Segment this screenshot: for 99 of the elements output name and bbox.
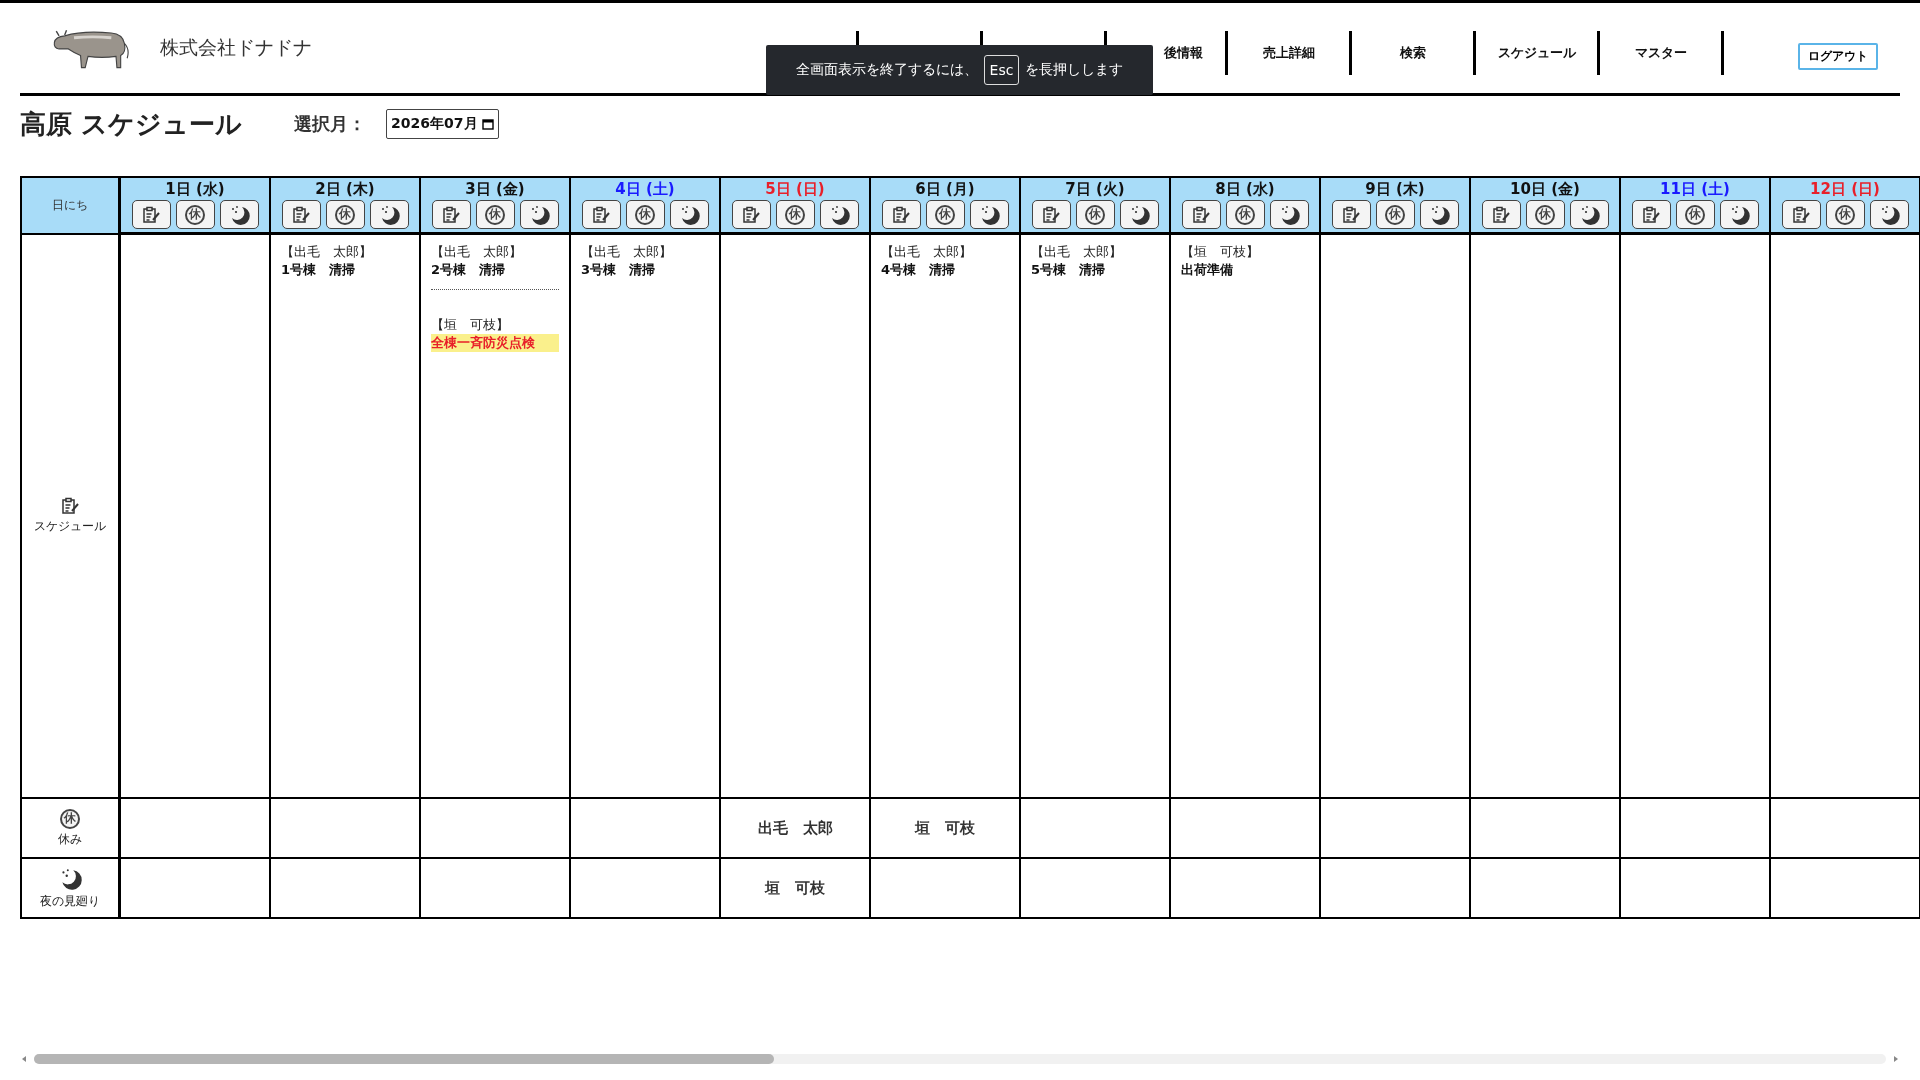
task-text: 5号棟 清掃 [1031, 261, 1107, 279]
add-schedule-button[interactable] [281, 200, 321, 229]
clipboard-pencil-icon [891, 204, 911, 225]
holiday-button[interactable]: 休 [1525, 200, 1565, 229]
task-text: 2号棟 清掃 [431, 261, 507, 279]
row-label: スケジュール [34, 518, 106, 536]
staff-name: 【出毛 太郎】 [881, 243, 973, 261]
task-text: 出荷準備 [1181, 261, 1234, 279]
add-schedule-button[interactable] [1031, 200, 1071, 229]
night-patrol-button[interactable] [669, 200, 709, 229]
add-schedule-button[interactable] [1181, 200, 1221, 229]
day-label: 10日 (金) [1509, 180, 1581, 199]
task-text: 3号棟 清掃 [581, 261, 657, 279]
day-label: 12日 (日) [1809, 180, 1881, 199]
night-patrol-button[interactable] [1419, 200, 1459, 229]
clipboard-pencil-icon [1041, 204, 1061, 225]
clipboard-pencil-icon [291, 204, 311, 225]
night-patrol-button[interactable] [1119, 200, 1159, 229]
toast-text: 全画面表示を終了するには、 [795, 61, 978, 79]
logout-button[interactable]: ログアウト [1798, 42, 1878, 70]
month-field[interactable]: 2026年07月 [386, 109, 499, 139]
day-label: 6日 (月) [914, 180, 976, 199]
holiday-button[interactable]: 休 [1075, 200, 1115, 229]
holiday-mark: 休 [60, 808, 80, 829]
nav-link[interactable]: スケジュール [1476, 31, 1600, 75]
day-label: 1日 (水) [164, 180, 226, 199]
scrollbar-thumb[interactable] [34, 1054, 774, 1064]
row-label: 休み [58, 830, 82, 848]
holiday-button[interactable]: 休 [1825, 200, 1865, 229]
holiday-button[interactable]: 休 [325, 200, 365, 229]
holiday-button[interactable]: 休 [1375, 200, 1415, 229]
night-patrol-button[interactable] [969, 200, 1009, 229]
add-schedule-button[interactable] [131, 200, 171, 229]
scroll-left-icon[interactable] [20, 1055, 28, 1063]
nav-link[interactable]: 売上詳細 [1228, 31, 1352, 75]
holiday-button[interactable]: 休 [1675, 200, 1715, 229]
task-text: 4号棟 清掃 [881, 261, 957, 279]
scroll-right-icon[interactable] [1892, 1055, 1900, 1063]
add-schedule-button[interactable] [731, 200, 771, 229]
night-patrol-button[interactable] [1869, 200, 1909, 229]
clipboard-pencil-icon [1491, 204, 1511, 225]
holiday-button[interactable]: 休 [775, 200, 815, 229]
add-schedule-button[interactable] [881, 200, 921, 229]
staff-name: 【垣 可枝】 [431, 316, 510, 334]
clipboard-pencil-icon [141, 204, 161, 225]
company-name: 株式会社ドナドナ [160, 35, 312, 60]
night-patrol-button[interactable] [819, 200, 859, 229]
clipboard-pencil-icon [441, 204, 461, 225]
add-schedule-button[interactable] [1481, 200, 1521, 229]
clipboard-pencil-icon [741, 204, 761, 225]
month-label: 選択月： [294, 112, 367, 136]
day-label: 7日 (火) [1064, 180, 1126, 199]
add-schedule-button[interactable] [1781, 200, 1821, 229]
staff-name: 【出毛 太郎】 [281, 243, 373, 261]
task-text: 1号棟 清掃 [281, 261, 357, 279]
holiday-button[interactable]: 休 [625, 200, 665, 229]
nav-link[interactable]: 検索 [1352, 31, 1476, 75]
clipboard-pencil-icon [60, 496, 80, 517]
clipboard-pencil-icon [1641, 204, 1661, 225]
column-header: 日にち [21, 177, 120, 234]
staff-name: 【出毛 太郎】 [581, 243, 673, 261]
holiday-button[interactable]: 休 [1225, 200, 1265, 229]
day-label: 3日 (金) [464, 180, 526, 199]
clipboard-pencil-icon [1791, 204, 1811, 225]
page-title: 高原 スケジュール [20, 107, 243, 141]
staff-name: 【出毛 太郎】 [431, 243, 523, 261]
row-label: 夜の見廻り [40, 892, 100, 910]
clipboard-pencil-icon [1191, 204, 1211, 225]
calendar-icon [481, 118, 494, 130]
night-patrol-button[interactable] [519, 200, 559, 229]
day-label: 4日 (土) [614, 180, 676, 199]
day-label: 5日 (日) [764, 180, 826, 199]
staff-name: 出毛 太郎 [757, 819, 833, 837]
night-patrol-button[interactable] [1719, 200, 1759, 229]
staff-name: 【出毛 太郎】 [1031, 243, 1123, 261]
add-schedule-button[interactable] [1631, 200, 1671, 229]
nav-link[interactable]: マスター [1600, 31, 1724, 75]
holiday-button[interactable]: 休 [475, 200, 515, 229]
day-label: 2日 (木) [314, 180, 376, 199]
add-schedule-button[interactable] [1331, 200, 1371, 229]
holiday-button[interactable]: 休 [925, 200, 965, 229]
night-patrol-button[interactable] [1269, 200, 1309, 229]
night-patrol-button[interactable] [1569, 200, 1609, 229]
add-schedule-button[interactable] [431, 200, 471, 229]
key-badge: Esc [983, 55, 1020, 85]
staff-name: 【垣 可枝】 [1181, 243, 1260, 261]
day-label: 11日 (土) [1659, 180, 1731, 199]
clipboard-pencil-icon [1341, 204, 1361, 225]
holiday-button[interactable]: 休 [175, 200, 215, 229]
horizontal-scrollbar[interactable] [20, 1052, 1900, 1066]
staff-name: 垣 可枝 [915, 819, 975, 837]
night-patrol-button[interactable] [369, 200, 409, 229]
add-schedule-button[interactable] [581, 200, 621, 229]
clipboard-pencil-icon [591, 204, 611, 225]
task-text: 全棟一斉防災点検 [431, 334, 559, 352]
staff-name: 垣 可枝 [765, 879, 825, 897]
day-label: 9日 (木) [1364, 180, 1426, 199]
night-patrol-button[interactable] [219, 200, 259, 229]
day-label: 8日 (水) [1214, 180, 1276, 199]
